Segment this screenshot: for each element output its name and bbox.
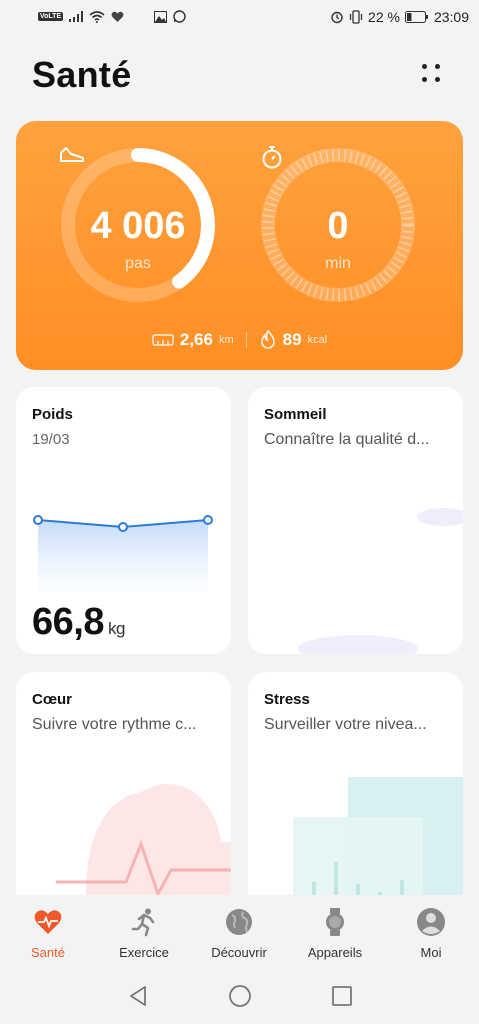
distance-unit: km: [218, 334, 234, 346]
activity-rings-card[interactable]: 4 006 pas 0 min 2,66 km 89 kcal: [16, 121, 463, 370]
nav-label: Appareils: [307, 945, 363, 960]
weight-card[interactable]: Poids 19/03 66,8 kg: [16, 387, 231, 654]
moon-illustration: [298, 508, 463, 654]
stats-divider: [245, 332, 247, 348]
nav-label: Découvrir: [211, 945, 267, 960]
signal-icon: [69, 11, 84, 22]
active-minutes-ring[interactable]: 0 min: [258, 145, 418, 305]
heart-card[interactable]: Cœur Suivre votre rythme c...: [16, 672, 231, 912]
status-left-icons: VoLTE: [38, 10, 186, 23]
back-icon[interactable]: [126, 984, 150, 1008]
battery-icon: [404, 11, 428, 23]
flame-icon: [260, 330, 275, 349]
weight-date: 19/03: [32, 431, 70, 448]
weight-reading: 66,8 kg: [32, 601, 125, 644]
heart-card-subtitle: Suivre votre rythme c...: [32, 716, 197, 733]
nav-exercice[interactable]: Exercice: [96, 907, 192, 960]
nav-label: Exercice: [119, 945, 169, 960]
weight-value: 66,8: [32, 601, 104, 643]
steps-unit: pas: [125, 255, 151, 272]
heart-pulse-icon: [34, 910, 62, 934]
whatsapp-icon: [173, 10, 186, 23]
stress-card[interactable]: Stress Surveiller votre nivea...: [248, 672, 463, 912]
running-icon: [131, 908, 155, 937]
distance-value: 2,66: [179, 330, 213, 349]
weight-point: [33, 515, 43, 525]
dot-icon: [422, 77, 427, 82]
clock: 23:09: [433, 9, 469, 25]
volte-badge: VoLTE: [38, 12, 64, 21]
nav-label: Santé: [31, 945, 65, 960]
calories-unit: kcal: [307, 334, 328, 346]
system-navigation-bar: [0, 968, 479, 1024]
sleep-card[interactable]: Sommeil Connaître la qualité d...: [248, 387, 463, 654]
nav-label: Moi: [420, 945, 442, 960]
more-options-button[interactable]: [416, 60, 446, 90]
nav-decouvrir[interactable]: Découvrir: [191, 907, 287, 960]
status-right-icons: 22 % 23:09: [330, 9, 469, 25]
sleep-card-subtitle: Connaître la qualité d...: [264, 431, 430, 448]
gallery-icon: [154, 10, 168, 23]
stopwatch-icon: [262, 146, 282, 169]
steps-value: 4 006: [90, 205, 186, 247]
steps-ring-content: 4 006 pas: [58, 145, 218, 305]
stress-card-title: Stress: [264, 691, 310, 708]
heart-card-title: Cœur: [32, 691, 72, 708]
distance-stat: 2,66 km: [152, 330, 234, 350]
calories-value: 89: [282, 330, 302, 349]
minutes-value: 0: [327, 205, 349, 247]
shoe-icon: [60, 147, 84, 162]
activity-stats-row: 2,66 km 89 kcal: [16, 330, 463, 350]
heart-illustration: [56, 783, 231, 912]
wifi-icon: [89, 10, 105, 23]
minutes-ring-content: 0 min: [258, 145, 418, 305]
status-bar: VoLTE 22 % 23:09: [0, 0, 479, 36]
person-icon: [417, 908, 445, 936]
home-icon[interactable]: [228, 984, 252, 1008]
calories-stat: 89 kcal: [259, 330, 327, 350]
stress-card-subtitle: Surveiller votre nivea...: [264, 716, 427, 733]
weight-point: [118, 522, 128, 532]
battery-percent: 22 %: [368, 9, 400, 25]
sleep-card-title: Sommeil: [264, 406, 327, 423]
sante-screen: VoLTE 22 % 23:09 Santé 4 006 pas 0 min 2…: [0, 0, 479, 1024]
heart-status-icon: [111, 11, 124, 22]
steps-ring[interactable]: 4 006 pas: [58, 145, 218, 305]
page-title: Santé: [32, 54, 132, 95]
minutes-unit: min: [325, 255, 351, 272]
weight-unit: kg: [107, 619, 125, 638]
alarm-icon: [331, 11, 343, 24]
vibrate-icon: [349, 10, 363, 24]
weight-trend-chart: [33, 515, 213, 592]
bottom-navigation: Santé Exercice Découvrir Appareils Moi: [0, 895, 479, 968]
dot-icon: [422, 64, 427, 69]
weight-point: [203, 515, 213, 525]
nav-sante[interactable]: Santé: [0, 907, 96, 960]
nav-appareils[interactable]: Appareils: [287, 907, 383, 960]
nav-moi[interactable]: Moi: [383, 907, 479, 960]
dot-icon: [435, 64, 440, 69]
stress-illustration: [293, 777, 463, 912]
recents-icon[interactable]: [330, 984, 354, 1008]
watch-icon: [326, 908, 344, 936]
globe-icon: [226, 909, 252, 935]
weight-card-title: Poids: [32, 406, 73, 423]
dot-icon: [435, 77, 440, 82]
ruler-icon: [152, 334, 174, 346]
